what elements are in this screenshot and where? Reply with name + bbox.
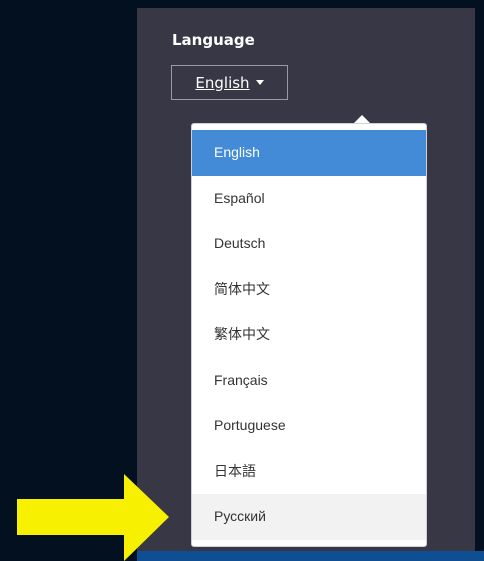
language-option-english[interactable]: English [192, 130, 426, 176]
language-option-russian[interactable]: Русский [192, 494, 426, 540]
chevron-down-icon [255, 80, 264, 85]
language-option-espanol[interactable]: Español [192, 176, 426, 222]
bottom-bar [137, 551, 484, 561]
dropdown-notch [354, 115, 370, 123]
language-dropdown-menu: English Español Deutsch 简体中文 繁体中文 França… [191, 123, 427, 547]
language-dropdown-toggle[interactable]: English [171, 65, 288, 100]
arrow-right-icon [17, 474, 169, 561]
language-current-label: English [195, 73, 250, 92]
language-option-francais[interactable]: Français [192, 358, 426, 404]
language-heading: Language [172, 31, 255, 49]
language-option-portuguese[interactable]: Portuguese [192, 403, 426, 449]
language-option-japanese[interactable]: 日本語 [192, 449, 426, 495]
language-option-traditional-chinese[interactable]: 繁体中文 [192, 312, 426, 358]
language-option-simplified-chinese[interactable]: 简体中文 [192, 267, 426, 313]
language-option-deutsch[interactable]: Deutsch [192, 221, 426, 267]
